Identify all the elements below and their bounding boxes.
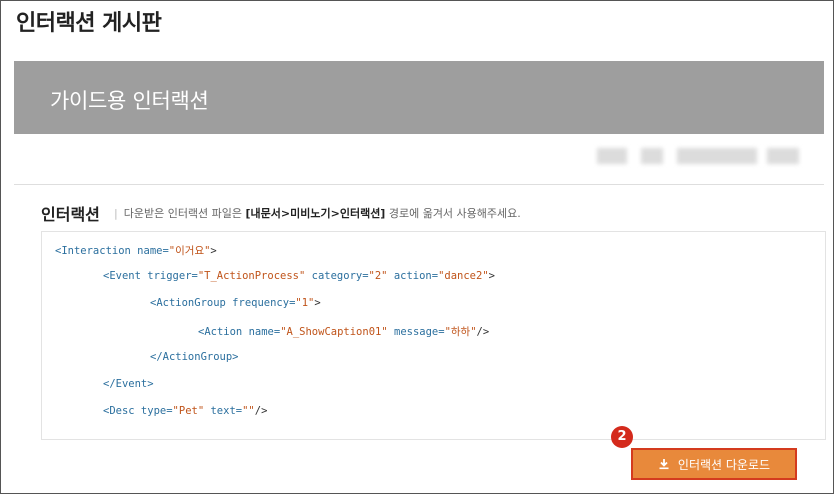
code-line-2: <Event trigger="T_ActionProcess" categor… [103,270,495,282]
post-header: 가이드용 인터랙션 [14,61,824,134]
code-line-1: <Interaction name="이거요"> [55,245,217,257]
download-icon [658,458,670,470]
desc-prefix: 다운받은 인터랙션 파일은 [123,207,246,220]
post-title: 가이드용 인터랙션 [50,89,209,113]
code-line-3: <ActionGroup frequency="1"> [150,297,321,309]
download-button[interactable]: 인터랙션 다운로드 [631,448,797,480]
code-line-7: <Desc type="Pet" text=""/> [103,405,268,417]
step-badge: 2 [611,426,633,448]
blurred-meta-3 [677,148,757,164]
download-label: 인터랙션 다운로드 [677,457,771,472]
blurred-meta-2 [641,148,663,164]
blurred-meta-1 [597,148,627,164]
code-line-5: </ActionGroup> [150,351,239,363]
code-box: <Interaction name="이거요"> <Event trigger=… [41,231,826,440]
desc-suffix: 경로에 옮겨서 사용해주세요. [385,207,521,220]
desc-path: [내문서>미비노기>인터랙션] [245,207,386,220]
section-description: | 다운받은 인터랙션 파일은 [내문서>미비노기>인터랙션] 경로에 옮겨서 사… [114,205,521,221]
blurred-meta-4 [767,148,799,164]
separator: | [114,207,118,220]
board-title: 인터랙션 게시판 [16,11,162,36]
page-frame: 인터랙션 게시판 가이드용 인터랙션 인터랙션 | 다운받은 인터랙션 파일은 [… [0,0,834,494]
section-heading: 인터랙션 [41,205,100,224]
section-divider [14,184,824,185]
code-line-4: <Action name="A_ShowCaption01" message="… [198,326,490,338]
code-line-6: </Event> [103,378,154,390]
